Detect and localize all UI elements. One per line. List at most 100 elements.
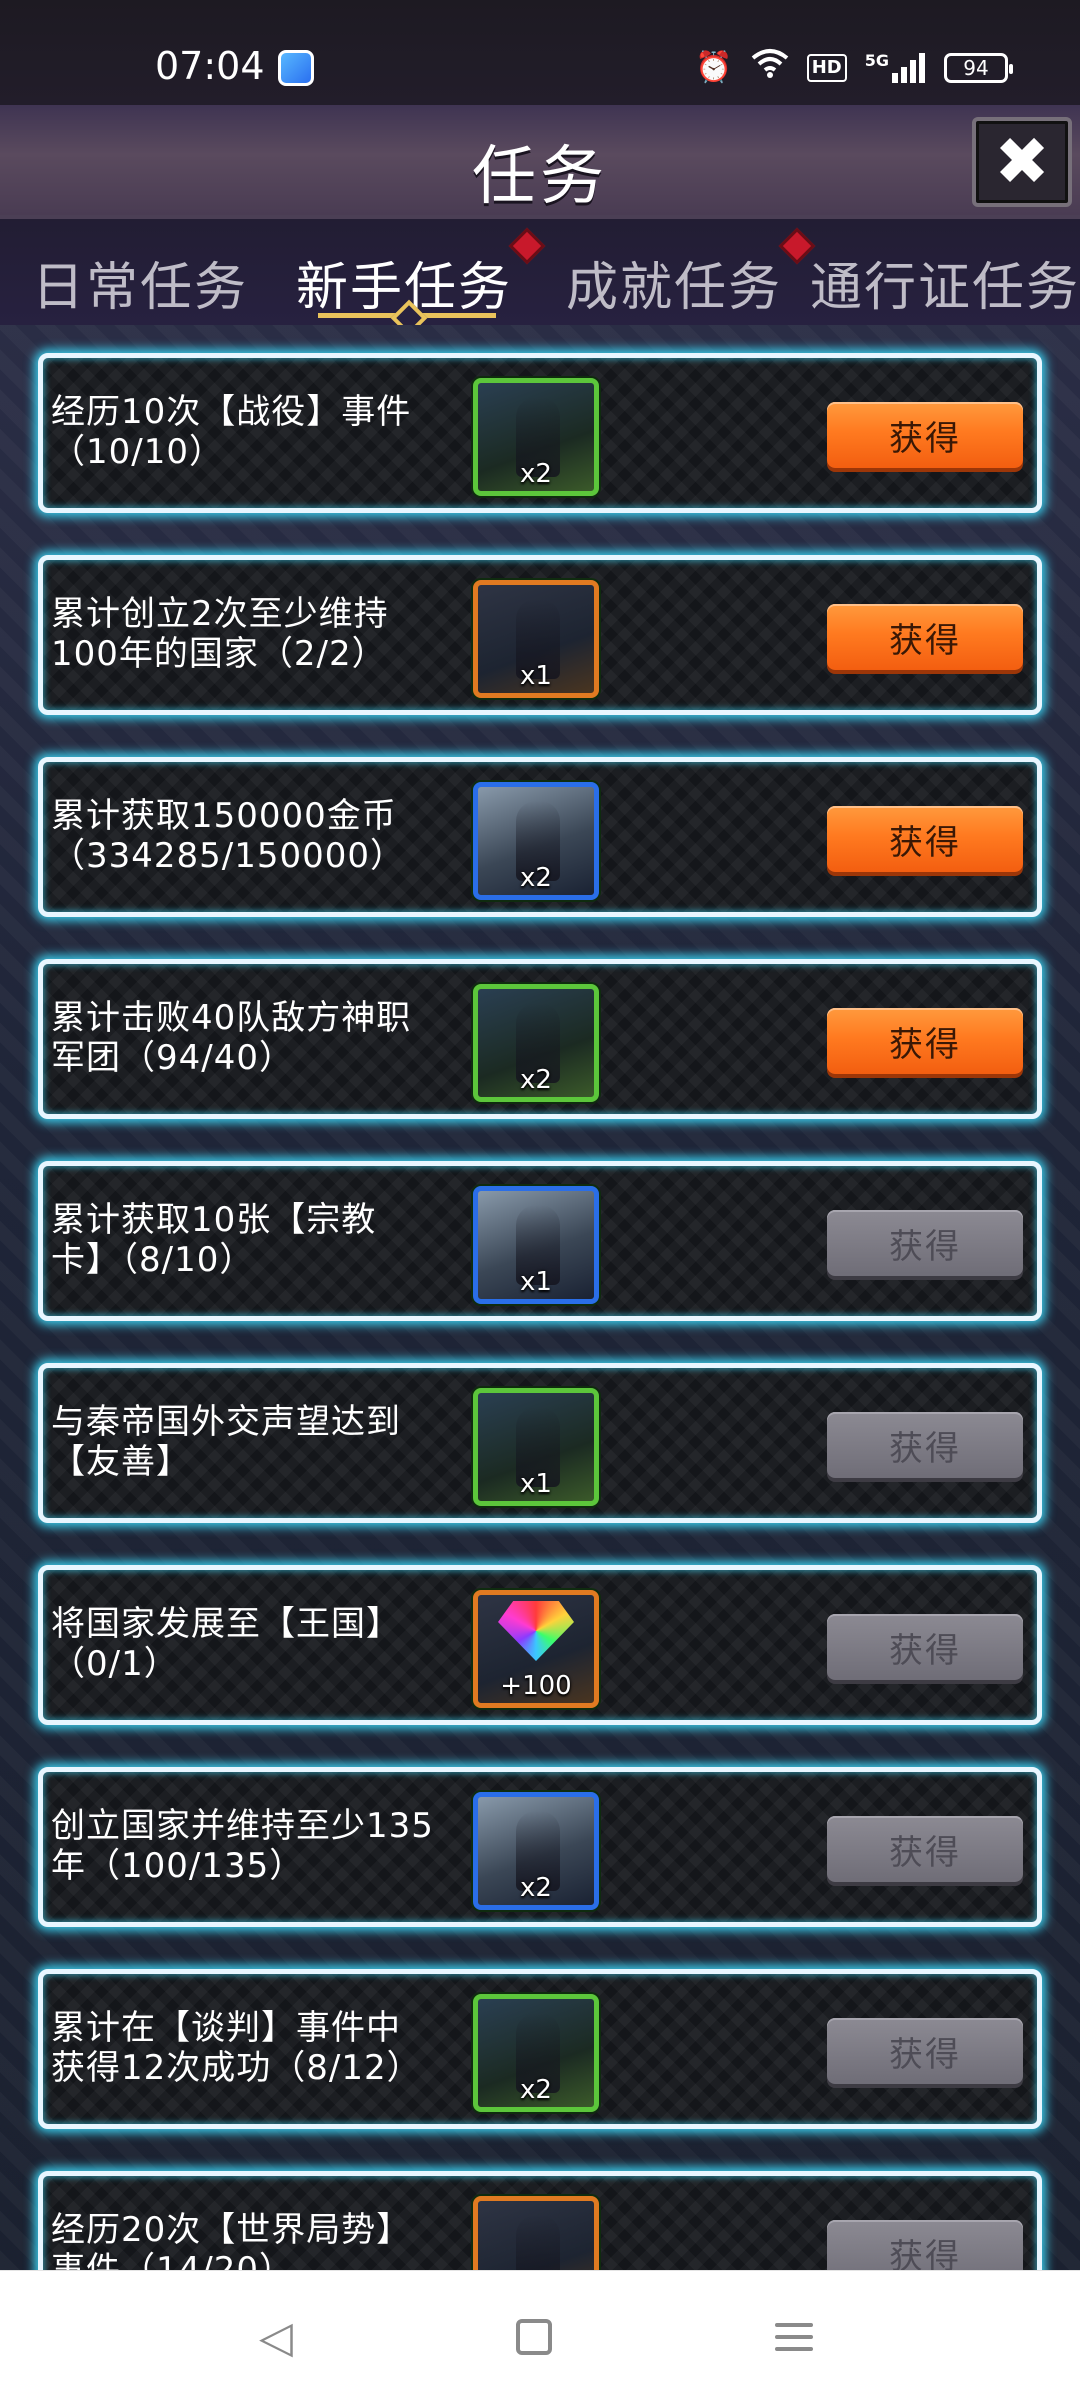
reward-count: x1 <box>520 661 552 691</box>
back-icon: ◁ <box>259 2311 293 2363</box>
claim-button-disabled[interactable]: 获得 <box>827 1614 1023 1680</box>
task-description: 累计获取150000金币 （334285/150000） <box>51 796 471 876</box>
battery-icon: 94 <box>944 53 1013 83</box>
task-text-line: 与秦帝国外交声望达到 <box>51 1402 401 1442</box>
task-row: 经历20次【世界局势】 事件（14/20） 获得 <box>38 2171 1042 2270</box>
task-description: 累计击败40队敌方神职 军团（94/40） <box>51 998 471 1078</box>
task-description: 创立国家并维持至少135 年（100/135） <box>51 1806 471 1886</box>
task-description: 经历20次【世界局势】 事件（14/20） <box>51 2210 471 2270</box>
task-row: 经历10次【战役】事件 （10/10） x2 获得 <box>38 353 1042 513</box>
task-row: 累计获取150000金币 （334285/150000） x2 获得 <box>38 757 1042 917</box>
task-description: 累计在【谈判】事件中 获得12次成功（8/12） <box>51 2008 471 2088</box>
claim-button[interactable]: 获得 <box>827 1008 1023 1074</box>
claim-button-disabled[interactable]: 获得 <box>827 1412 1023 1478</box>
5g-signal-icon: 5G <box>865 53 926 83</box>
hd-icon: HD <box>806 54 847 82</box>
task-description: 累计获取10张【宗教 卡】（8/10） <box>51 1200 471 1280</box>
tab-newbie-notification-badge <box>508 227 546 265</box>
task-progress: 卡】（8/10） <box>51 1240 255 1280</box>
task-description: 累计创立2次至少维持 100年的国家（2/2） <box>51 594 471 674</box>
task-text-line: 经历10次【战役】事件 <box>51 392 412 432</box>
task-progress: 【友善】 <box>51 1442 191 1482</box>
back-button[interactable]: ◁ <box>246 2307 306 2367</box>
claim-button-disabled[interactable]: 获得 <box>827 2018 1023 2084</box>
task-progress: 军团（94/40） <box>51 1038 294 1078</box>
home-icon <box>516 2319 552 2355</box>
claim-button-disabled[interactable]: 获得 <box>827 1210 1023 1276</box>
reward-icon[interactable]: x2 <box>473 984 599 1102</box>
recent-apps-icon-line <box>775 2335 813 2339</box>
task-text-line: 创立国家并维持至少135 <box>51 1806 434 1846</box>
reward-icon[interactable]: x2 <box>473 378 599 496</box>
task-text-line: 经历20次【世界局势】 <box>51 2210 412 2250</box>
task-text-line: 累计在【谈判】事件中 <box>51 2008 401 2048</box>
reward-icon[interactable]: x2 <box>473 782 599 900</box>
claim-button[interactable]: 获得 <box>827 604 1023 670</box>
tab-pass[interactable]: 通行证任务 <box>810 245 1080 320</box>
task-row: 累计击败40队敌方神职 军团（94/40） x2 获得 <box>38 959 1042 1119</box>
reward-count: x1 <box>520 1267 552 1297</box>
task-text-line: 累计获取150000金币 <box>51 796 397 836</box>
task-row: 累计在【谈判】事件中 获得12次成功（8/12） x2 获得 <box>38 1969 1042 2129</box>
task-progress: 获得12次成功（8/12） <box>51 2048 422 2088</box>
alarm-icon: ⏰ <box>695 50 733 85</box>
reward-count: x2 <box>520 2075 552 2105</box>
task-description: 将国家发展至【王国】 （0/1） <box>51 1604 471 1684</box>
reward-count: x2 <box>520 1065 552 1095</box>
status-icons: ⏰ HD 5G 94 <box>695 48 1013 89</box>
claim-button-disabled[interactable]: 获得 <box>827 1816 1023 1882</box>
reward-icon[interactable]: x1 <box>473 1388 599 1506</box>
status-time: 07:04 <box>155 44 265 88</box>
task-text-line: 将国家发展至【王国】 <box>51 1604 401 1644</box>
task-row: 创立国家并维持至少135 年（100/135） x2 获得 <box>38 1767 1042 1927</box>
emblem-icon <box>516 2215 560 2270</box>
reward-icon[interactable]: x1 <box>473 580 599 698</box>
reward-icon[interactable]: x2 <box>473 1792 599 1910</box>
status-bar: 07:04 ⏰ HD 5G 94 <box>0 0 1080 105</box>
recent-apps-icon-line <box>775 2347 813 2351</box>
task-description: 与秦帝国外交声望达到 【友善】 <box>51 1402 471 1482</box>
tab-daily[interactable]: 日常任务 <box>32 245 248 320</box>
claim-button[interactable]: 获得 <box>827 806 1023 872</box>
wifi-icon <box>751 48 789 89</box>
system-nav-bar: ◁ <box>0 2270 1080 2400</box>
task-progress: （334285/150000） <box>51 836 406 876</box>
reward-count: x1 <box>520 1469 552 1499</box>
task-text-line: 累计创立2次至少维持 <box>51 594 389 634</box>
reward-count: x2 <box>520 459 552 489</box>
claim-button[interactable]: 获得 <box>827 402 1023 468</box>
tab-achievement[interactable]: 成就任务 <box>566 245 782 320</box>
task-progress: 事件（14/20） <box>51 2250 294 2270</box>
active-tab-indicator <box>318 313 496 318</box>
app-notification-icon <box>278 50 314 86</box>
recent-apps-button[interactable] <box>764 2307 824 2367</box>
tab-bar: 日常任务 新手任务 成就任务 通行证任务 <box>0 215 1080 325</box>
task-description: 经历10次【战役】事件 （10/10） <box>51 392 471 472</box>
close-icon: ✖ <box>994 123 1050 200</box>
task-progress: 年（100/135） <box>51 1846 305 1886</box>
reward-count: x2 <box>520 1873 552 1903</box>
task-text-line: 累计获取10张【宗教 <box>51 1200 377 1240</box>
reward-icon[interactable] <box>473 2196 599 2270</box>
reward-icon[interactable]: +100 <box>473 1590 599 1708</box>
close-button[interactable]: ✖ <box>972 117 1072 207</box>
recent-apps-icon <box>775 2323 813 2327</box>
network-label: 5G <box>864 51 889 70</box>
reward-icon[interactable]: x2 <box>473 1994 599 2112</box>
task-row: 与秦帝国外交声望达到 【友善】 x1 获得 <box>38 1363 1042 1523</box>
reward-count: x2 <box>520 863 552 893</box>
task-list[interactable]: 经历10次【战役】事件 （10/10） x2 获得 累计创立2次至少维持 100… <box>0 325 1080 2270</box>
header: 任务 ✖ <box>0 105 1080 215</box>
task-row: 累计创立2次至少维持 100年的国家（2/2） x1 获得 <box>38 555 1042 715</box>
claim-button-disabled[interactable]: 获得 <box>827 2220 1023 2270</box>
task-row: 累计获取10张【宗教 卡】（8/10） x1 获得 <box>38 1161 1042 1321</box>
task-row: 将国家发展至【王国】 （0/1） +100 获得 <box>38 1565 1042 1725</box>
reward-count: +100 <box>500 1671 572 1701</box>
page-title: 任务 <box>472 140 608 214</box>
reward-icon[interactable]: x1 <box>473 1186 599 1304</box>
gem-icon <box>498 1601 574 1661</box>
task-progress: （0/1） <box>51 1644 179 1684</box>
task-progress: （10/10） <box>51 432 224 472</box>
home-button[interactable] <box>504 2307 564 2367</box>
task-progress: 100年的国家（2/2） <box>51 634 387 674</box>
